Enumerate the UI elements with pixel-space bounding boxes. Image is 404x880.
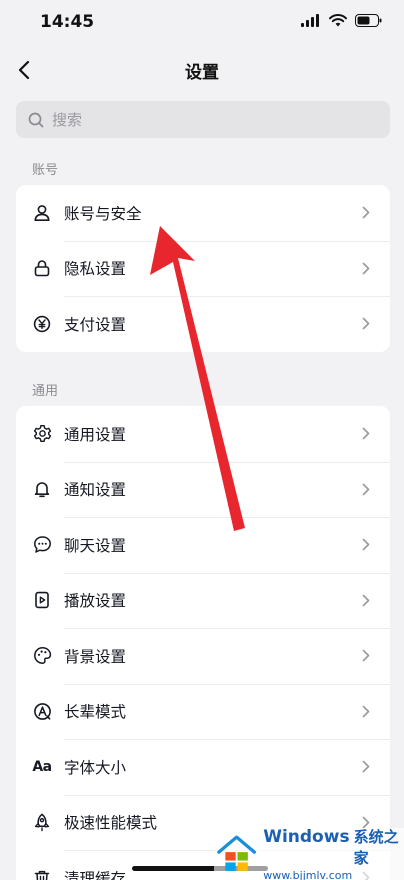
signal-icon (301, 14, 319, 27)
wifi-icon (329, 14, 347, 27)
chevron-right-icon (360, 206, 372, 220)
lock-icon (32, 258, 52, 278)
settings-item-chat[interactable]: 聊天设置 (16, 517, 390, 573)
settings-item-label: 账号与安全 (64, 204, 142, 223)
settings-item-label: 通用设置 (64, 425, 127, 444)
status-bar: 14:45 (0, 0, 404, 48)
search-icon (28, 112, 44, 127)
chevron-right-icon (360, 593, 372, 607)
chevron-right-icon (360, 704, 372, 718)
section-label-account: 账号 (32, 163, 59, 178)
status-time: 14:45 (40, 12, 95, 32)
search-placeholder: 搜索 (52, 111, 83, 129)
search-input[interactable]: 搜索 (16, 101, 390, 138)
watermark: Windows 系统之家 www.bjjmlv.com (214, 826, 404, 880)
chevron-right-icon (360, 261, 372, 275)
settings-item-playback[interactable]: 播放设置 (16, 572, 390, 629)
chevron-right-icon (360, 760, 372, 774)
rocket-icon (32, 812, 52, 832)
bell-icon (32, 479, 52, 499)
settings-item-label: 背景设置 (64, 647, 127, 666)
gear-icon (32, 424, 52, 444)
chevron-right-icon (360, 538, 372, 552)
watermark-brand-en: Windows (263, 827, 350, 847)
settings-item-label: 支付设置 (64, 315, 127, 334)
settings-item-label: 聊天设置 (64, 536, 127, 555)
chevron-right-icon (360, 317, 372, 331)
palette-icon (32, 646, 52, 666)
settings-item-label: 字体大小 (64, 758, 127, 777)
chat-bubble-icon (32, 535, 52, 555)
settings-item-elder-mode[interactable]: 长辈模式 (16, 683, 390, 740)
settings-item-privacy[interactable]: 隐私设置 (16, 240, 390, 297)
settings-item-account-security[interactable]: 账号与安全 (16, 185, 390, 241)
status-icons (301, 14, 382, 27)
windows-logo-icon (217, 835, 257, 871)
settings-item-font-size[interactable]: Aa 字体大小 (16, 739, 390, 795)
account-settings-card: 账号与安全 隐私设置 支付设置 (16, 185, 390, 352)
battery-icon (355, 14, 382, 27)
settings-item-label: 播放设置 (64, 592, 127, 611)
font-size-glyph: Aa (32, 758, 52, 775)
nav-bar: 设置 (0, 48, 404, 92)
chevron-right-icon (360, 427, 372, 441)
settings-item-label: 通知设置 (64, 481, 127, 500)
yen-icon (32, 314, 52, 334)
settings-item-label: 隐私设置 (64, 260, 127, 279)
watermark-url: www.bjjmlv.com (263, 869, 353, 880)
elder-mode-icon (32, 701, 52, 721)
page-title: 设置 (185, 63, 219, 83)
section-label-general: 通用 (32, 384, 59, 399)
person-icon (32, 203, 52, 223)
settings-item-general[interactable]: 通用设置 (16, 406, 390, 462)
settings-item-notifications[interactable]: 通知设置 (16, 461, 390, 518)
play-file-icon (32, 590, 52, 610)
font-size-icon: Aa (32, 757, 52, 777)
chevron-right-icon (360, 649, 372, 663)
settings-item-payment[interactable]: 支付设置 (16, 296, 390, 352)
settings-item-background[interactable]: 背景设置 (16, 628, 390, 684)
watermark-brand: Windows 系统之家 (263, 826, 404, 868)
settings-item-label: 长辈模式 (64, 703, 127, 722)
general-settings-card: 通用设置 通知设置 聊天设置 播放设置 背景设置 长辈模式 Aa 字体大小 极速… (16, 406, 390, 880)
trash-icon (32, 868, 52, 880)
watermark-text: Windows 系统之家 www.bjjmlv.com (263, 826, 404, 880)
chevron-right-icon (360, 482, 372, 496)
watermark-brand-cn: 系统之家 (353, 828, 399, 867)
